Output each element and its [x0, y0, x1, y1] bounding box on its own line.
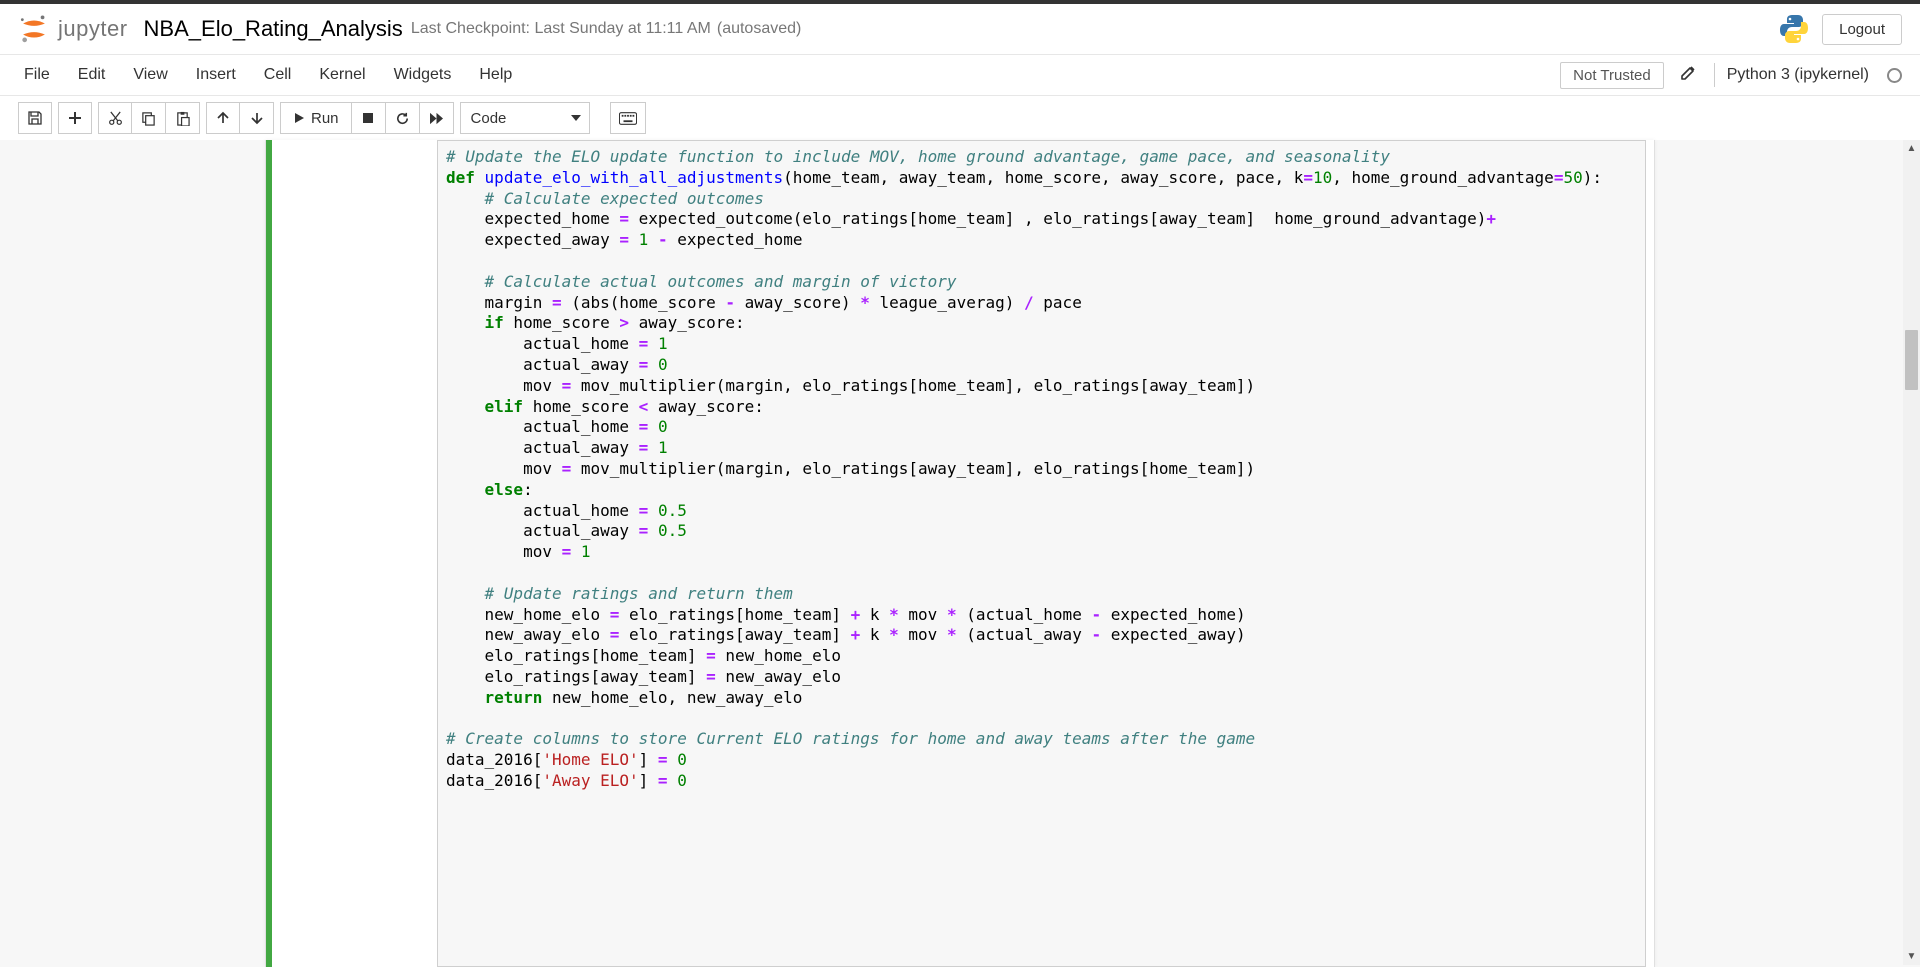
run-button[interactable]: Run — [280, 102, 352, 134]
keyboard-icon — [619, 112, 637, 125]
notebook-container: # Update the ELO update function to incl… — [265, 140, 1655, 967]
copy-icon — [141, 111, 156, 126]
jupyter-icon — [18, 15, 50, 43]
move-up-button[interactable] — [206, 102, 240, 134]
cut-button[interactable] — [98, 102, 132, 134]
scrollbar-vertical[interactable]: ▲ ▼ — [1903, 140, 1920, 965]
scroll-up-icon[interactable]: ▲ — [1903, 140, 1920, 157]
notebook-area: # Update the ELO update function to incl… — [0, 140, 1920, 967]
arrow-down-icon — [250, 111, 264, 125]
paste-button[interactable] — [166, 102, 200, 134]
command-palette-button[interactable] — [610, 102, 646, 134]
plus-icon — [68, 111, 82, 125]
code-cell[interactable]: # Update the ELO update function to incl… — [266, 140, 1654, 967]
menu-widgets[interactable]: Widgets — [380, 58, 466, 92]
scroll-thumb[interactable] — [1905, 330, 1918, 390]
header: jupyter NBA_Elo_Rating_Analysis Last Che… — [0, 4, 1920, 54]
cell-type-select[interactable]: Code — [460, 102, 590, 134]
copy-button[interactable] — [132, 102, 166, 134]
menu-insert[interactable]: Insert — [182, 58, 250, 92]
menu-file[interactable]: File — [18, 58, 64, 92]
menu-view[interactable]: View — [119, 58, 181, 92]
save-icon — [27, 110, 43, 126]
fast-forward-icon — [429, 112, 444, 125]
menu-edit[interactable]: Edit — [64, 58, 120, 92]
add-cell-button[interactable] — [58, 102, 92, 134]
restart-run-all-button[interactable] — [420, 102, 454, 134]
restart-button[interactable] — [386, 102, 420, 134]
edit-icon[interactable] — [1674, 65, 1702, 86]
paste-icon — [175, 111, 190, 126]
notebook-name[interactable]: NBA_Elo_Rating_Analysis — [144, 16, 403, 42]
cut-icon — [108, 111, 123, 126]
kernel-indicator-icon[interactable] — [1887, 68, 1902, 83]
scroll-down-icon[interactable]: ▼ — [1903, 948, 1920, 965]
menu-kernel[interactable]: Kernel — [305, 58, 379, 92]
stop-icon — [362, 112, 374, 124]
python-icon — [1778, 13, 1810, 45]
jupyter-logo[interactable]: jupyter — [18, 15, 128, 43]
run-label: Run — [311, 110, 339, 127]
autosaved-text: (autosaved) — [717, 20, 802, 38]
menu-cell[interactable]: Cell — [250, 58, 306, 92]
play-icon — [293, 112, 305, 124]
toolbar: Run Code — [0, 95, 1920, 141]
kernel-name[interactable]: Python 3 (ipykernel) — [1727, 66, 1869, 84]
move-down-button[interactable] — [240, 102, 274, 134]
save-button[interactable] — [18, 102, 52, 134]
jupyter-logo-text: jupyter — [58, 16, 128, 42]
restart-icon — [395, 111, 410, 126]
arrow-up-icon — [216, 111, 230, 125]
checkpoint-text: Last Checkpoint: Last Sunday at 11:11 AM — [411, 20, 711, 38]
code-block[interactable]: # Update the ELO update function to incl… — [438, 141, 1645, 798]
separator — [1714, 63, 1715, 87]
logout-button[interactable]: Logout — [1822, 14, 1902, 45]
cell-prompt — [272, 140, 437, 967]
trust-status[interactable]: Not Trusted — [1560, 62, 1664, 89]
menubar: FileEditViewInsertCellKernelWidgetsHelp … — [0, 55, 1920, 95]
cell-input[interactable]: # Update the ELO update function to incl… — [437, 140, 1646, 967]
menu-help[interactable]: Help — [465, 58, 526, 92]
stop-button[interactable] — [352, 102, 386, 134]
